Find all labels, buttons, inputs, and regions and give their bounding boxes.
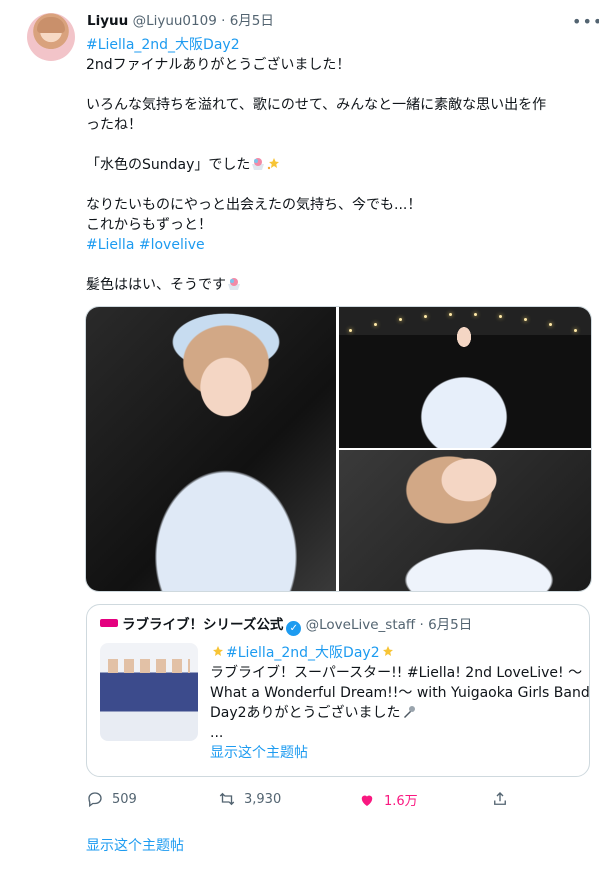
avatar[interactable] bbox=[27, 13, 75, 61]
like-button[interactable]: 1.6万 bbox=[358, 790, 418, 809]
tweet-line: 「水色のSunday」でした bbox=[86, 157, 251, 173]
quoted-line: What a Wonderful Dream!!〜 with Yuigaoka … bbox=[210, 685, 590, 701]
hashtag-link[interactable]: #Liella bbox=[86, 237, 134, 253]
hashtag-link[interactable]: #lovelive bbox=[139, 237, 205, 253]
verified-badge-icon: ✓ bbox=[286, 621, 302, 636]
more-options-icon[interactable]: ••• bbox=[572, 12, 599, 31]
quoted-line: ラブライブ！スーパースター!! #Liella! 2nd LoveLive! 〜 bbox=[210, 665, 583, 681]
like-count: 1.6万 bbox=[384, 794, 418, 809]
hashtag-link[interactable]: #Liella_2nd_大阪Day2 bbox=[86, 37, 240, 53]
dizzy-star-icon bbox=[382, 646, 393, 656]
share-button[interactable] bbox=[491, 790, 509, 808]
quoted-ellipsis: ... bbox=[210, 725, 224, 741]
reply-count: 509 bbox=[112, 791, 137, 807]
tweet-line: いろんな気持ちを溢れて、歌にのせて、みんなと一緒に素敵な思い出を作 bbox=[86, 97, 547, 113]
quoted-tweet-header: ラブライブ！シリーズ公式 ✓ @LoveLive_staff · 6月5日 bbox=[100, 616, 472, 636]
separator: · bbox=[419, 617, 424, 633]
quoted-show-thread-link[interactable]: 显示这个主题帖 bbox=[210, 745, 308, 761]
media-gallery bbox=[85, 306, 592, 592]
reply-button[interactable]: 509 bbox=[86, 790, 137, 808]
photo-1[interactable] bbox=[86, 307, 336, 591]
quoted-tweet[interactable]: ラブライブ！シリーズ公式 ✓ @LoveLive_staff · 6月5日 #Li… bbox=[86, 604, 590, 777]
tweet-line: 2ndファイナルありがとうございました！ bbox=[86, 57, 351, 73]
author-handle[interactable]: @Liyuu0109 bbox=[133, 13, 217, 29]
hashtag-link: #Liella_2nd_大阪Day2 bbox=[226, 645, 380, 661]
photo-3[interactable] bbox=[339, 450, 591, 591]
quoted-author-handle: @LoveLive_staff bbox=[305, 617, 416, 633]
heart-icon bbox=[361, 795, 373, 806]
brand-logo-icon bbox=[100, 619, 118, 627]
shaved-ice-icon bbox=[252, 158, 265, 170]
tweet-date[interactable]: 6月5日 bbox=[230, 13, 274, 29]
tweet-text: #Liella_2nd_大阪Day2 2ndファイナルありがとうございました！ … bbox=[86, 35, 586, 295]
dizzy-star-icon bbox=[213, 646, 223, 656]
tweet-line: これからもずっと！ bbox=[86, 217, 212, 233]
quoted-line: Day2ありがとうございました bbox=[210, 705, 401, 721]
tweet-header: Liyuu @Liyuu0109 · 6月5日 bbox=[87, 12, 274, 30]
microphone-icon bbox=[403, 706, 415, 718]
retweet-icon bbox=[219, 792, 235, 806]
retweet-count: 3,930 bbox=[244, 791, 282, 807]
tweet-actions: 509 3,930 1.6万 bbox=[86, 790, 586, 810]
tweet-line: 髪色ははい、そうです bbox=[86, 277, 226, 293]
reply-icon bbox=[88, 792, 102, 808]
quoted-date: 6月5日 bbox=[428, 617, 473, 633]
show-thread-link[interactable]: 显示这个主题帖 bbox=[86, 835, 184, 855]
tweet-line: ったね！ bbox=[86, 117, 142, 133]
dizzy-star-icon bbox=[268, 158, 280, 170]
share-icon bbox=[494, 792, 506, 805]
shaved-ice-icon bbox=[228, 278, 240, 290]
stage-lights bbox=[339, 307, 591, 337]
quoted-tweet-text: #Liella_2nd_大阪Day2 ラブライブ！スーパースター!! #Liel… bbox=[210, 643, 590, 763]
retweet-button[interactable]: 3,930 bbox=[218, 790, 281, 808]
quoted-thumbnail bbox=[100, 643, 198, 741]
tweet-line: なりたいものにやっと出会えたの気持ち、今でも...！ bbox=[86, 197, 422, 213]
separator: · bbox=[221, 13, 226, 29]
quoted-author-name: ラブライブ！シリーズ公式 bbox=[122, 617, 284, 633]
author-name[interactable]: Liyuu bbox=[87, 13, 128, 29]
